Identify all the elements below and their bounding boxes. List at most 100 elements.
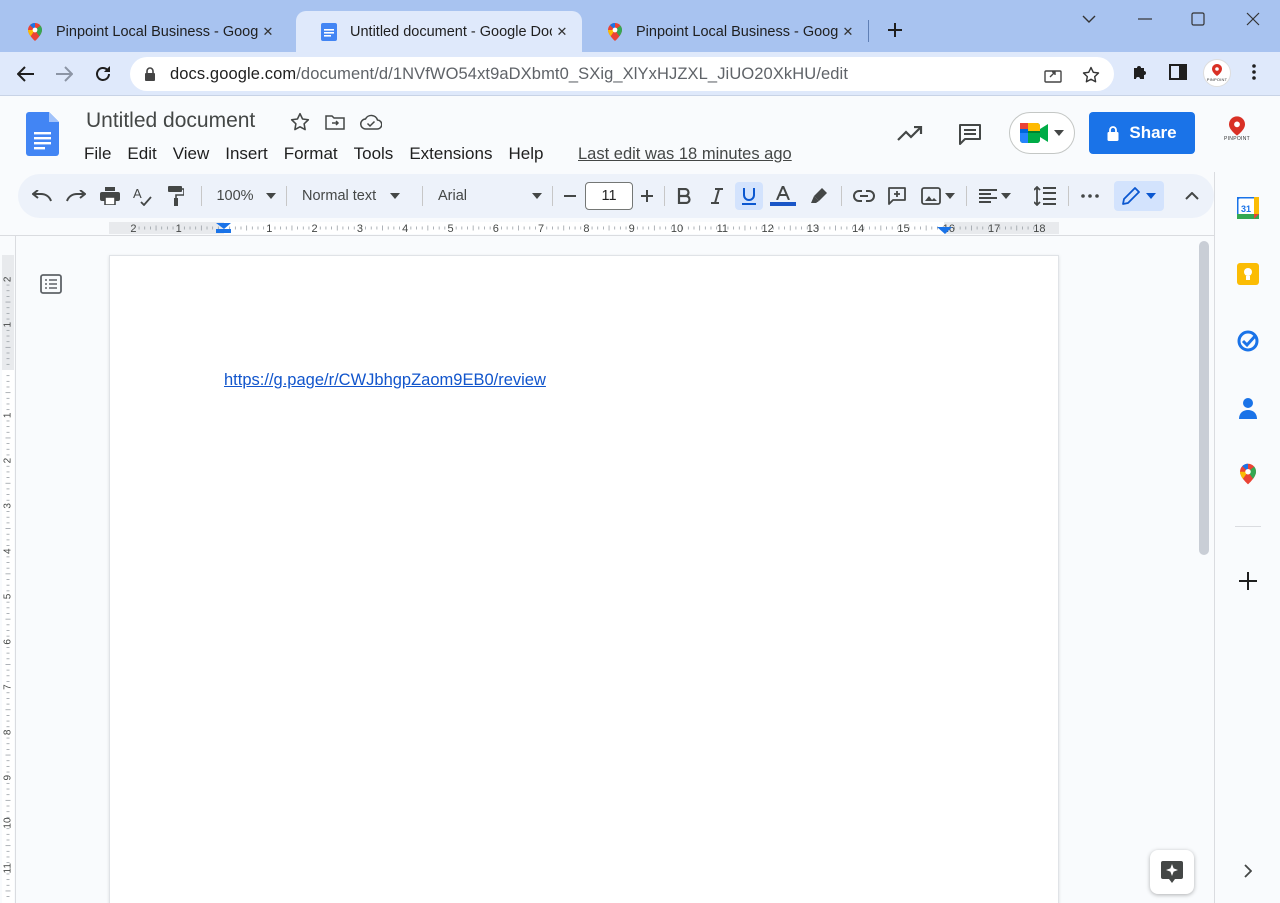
ruler-label: 4 bbox=[3, 548, 14, 554]
cloud-saved-icon[interactable] bbox=[360, 111, 382, 133]
editing-mode-icon[interactable] bbox=[1114, 181, 1164, 211]
menu-tools[interactable]: Tools bbox=[354, 144, 394, 164]
print-icon[interactable] bbox=[98, 184, 122, 208]
last-edit-link[interactable]: Last edit was 18 minutes ago bbox=[578, 145, 792, 164]
account-avatar[interactable]: PINPOINT bbox=[1218, 116, 1256, 154]
font-size-input[interactable]: 11 bbox=[585, 182, 633, 210]
more-options-icon[interactable] bbox=[1078, 184, 1102, 208]
star-icon[interactable] bbox=[289, 111, 311, 133]
ruler-label: 8 bbox=[583, 223, 589, 235]
get-add-ons-plus-icon[interactable] bbox=[1236, 569, 1260, 593]
explore-button[interactable] bbox=[1150, 850, 1194, 894]
ruler-label: 8 bbox=[3, 729, 14, 735]
tab-title: Pinpoint Local Business - Google bbox=[56, 23, 258, 40]
line-spacing-icon[interactable] bbox=[1033, 184, 1057, 208]
spellcheck-icon[interactable]: A bbox=[131, 184, 155, 208]
url-path: /document/d/1NVfWO54xt9aDXbmt0_SXig_XlYx… bbox=[296, 64, 849, 83]
document-link[interactable]: https://g.page/r/CWJbhgpZaom9EB0/review bbox=[224, 371, 546, 390]
menu-format[interactable]: Format bbox=[284, 144, 338, 164]
comments-icon[interactable] bbox=[956, 120, 984, 148]
explore-sparkle-icon bbox=[1161, 861, 1183, 883]
browser-menu-kebab-icon[interactable] bbox=[1242, 60, 1266, 84]
close-icon[interactable]: ✕ bbox=[258, 22, 278, 42]
window-close-icon[interactable] bbox=[1241, 7, 1265, 31]
url-text[interactable]: docs.google.com/document/d/1NVfWO54xt9aD… bbox=[170, 65, 1114, 84]
maximize-icon[interactable] bbox=[1186, 7, 1210, 31]
close-icon[interactable]: ✕ bbox=[838, 22, 858, 42]
new-tab-plus-icon[interactable] bbox=[883, 18, 907, 42]
menu-extensions[interactable]: Extensions bbox=[409, 144, 492, 164]
paragraph-style-select[interactable]: Normal text bbox=[302, 184, 412, 208]
tab-search-chevron-icon[interactable] bbox=[1077, 7, 1101, 31]
google-maps-pin-icon[interactable] bbox=[1236, 462, 1260, 486]
horizontal-ruler[interactable]: 21123456789101112131415161718 bbox=[0, 220, 1214, 236]
document-title[interactable]: Untitled document bbox=[86, 109, 255, 133]
show-side-panel-chevron-icon[interactable] bbox=[1236, 859, 1260, 883]
insert-link-icon[interactable] bbox=[852, 184, 876, 208]
italic-icon[interactable] bbox=[705, 184, 729, 208]
extensions-puzzle-icon[interactable] bbox=[1128, 60, 1152, 84]
forward-arrow-icon[interactable] bbox=[50, 60, 78, 88]
decrease-font-size-icon[interactable] bbox=[558, 184, 582, 208]
font-family-select[interactable]: Arial bbox=[438, 184, 548, 208]
google-keep-icon[interactable] bbox=[1236, 262, 1260, 286]
document-page[interactable]: https://g.page/r/CWJbhgpZaom9EB0/review bbox=[109, 255, 1059, 903]
browser-tab-2[interactable]: Untitled document - Google Docs ✕ bbox=[296, 11, 582, 52]
google-tasks-icon[interactable] bbox=[1236, 329, 1260, 353]
left-indent-marker[interactable] bbox=[216, 229, 231, 233]
ruler-label: 3 bbox=[357, 223, 363, 235]
google-contacts-icon[interactable] bbox=[1236, 396, 1260, 420]
minimize-icon[interactable] bbox=[1133, 7, 1157, 31]
move-folder-icon[interactable] bbox=[324, 111, 346, 133]
lock-icon[interactable] bbox=[144, 67, 158, 81]
toolbar-divider bbox=[1068, 186, 1069, 206]
undo-icon[interactable] bbox=[30, 184, 54, 208]
profile-avatar[interactable]: PINPOINT bbox=[1203, 59, 1231, 87]
underline-icon[interactable] bbox=[735, 182, 763, 210]
add-comment-icon[interactable] bbox=[885, 184, 909, 208]
align-left-icon[interactable] bbox=[975, 184, 1015, 208]
insert-image-icon[interactable] bbox=[918, 184, 958, 208]
chevron-down-icon bbox=[1001, 193, 1011, 199]
collapse-menus-chevron-up-icon[interactable] bbox=[1180, 184, 1204, 208]
increase-font-size-icon[interactable] bbox=[635, 184, 659, 208]
chevron-down-icon bbox=[390, 193, 401, 199]
menu-view[interactable]: View bbox=[173, 144, 210, 164]
redo-icon[interactable] bbox=[64, 184, 88, 208]
svg-text:31: 31 bbox=[1241, 204, 1251, 214]
browser-tab-3[interactable]: Pinpoint Local Business - Google ✕ bbox=[582, 11, 868, 52]
google-docs-logo-icon[interactable] bbox=[26, 112, 59, 156]
close-icon[interactable]: ✕ bbox=[552, 22, 572, 42]
side-panel-divider bbox=[1235, 526, 1261, 527]
side-panel-icon[interactable] bbox=[1166, 60, 1190, 84]
google-calendar-icon[interactable]: 31 bbox=[1236, 196, 1260, 220]
menu-file[interactable]: File bbox=[84, 144, 111, 164]
share-button[interactable]: Share bbox=[1089, 112, 1195, 154]
bookmark-star-icon[interactable] bbox=[1081, 65, 1101, 85]
account-label: PINPOINT bbox=[1223, 136, 1250, 142]
paint-format-icon[interactable] bbox=[164, 184, 188, 208]
highlight-pen-icon[interactable] bbox=[807, 184, 831, 208]
tab-title: Pinpoint Local Business - Google bbox=[636, 23, 838, 40]
meet-button[interactable] bbox=[1009, 112, 1075, 154]
share-page-icon[interactable] bbox=[1043, 65, 1063, 85]
vertical-ruler[interactable]: 2 1 1 2 3 4 5 6 7 8 9 10 11 bbox=[0, 236, 16, 903]
toolbar-divider bbox=[664, 186, 665, 206]
menu-help[interactable]: Help bbox=[508, 144, 543, 164]
browser-address-bar: docs.google.com/document/d/1NVfWO54xt9aD… bbox=[0, 52, 1280, 96]
menu-insert[interactable]: Insert bbox=[225, 144, 268, 164]
zoom-select[interactable]: 100% bbox=[214, 184, 278, 208]
back-arrow-icon[interactable] bbox=[12, 60, 40, 88]
omnibox[interactable]: docs.google.com/document/d/1NVfWO54xt9aD… bbox=[130, 57, 1114, 91]
ruler-label: 6 bbox=[3, 639, 14, 645]
ruler-label: 14 bbox=[852, 223, 864, 235]
activity-trend-icon[interactable] bbox=[896, 120, 924, 148]
browser-tab-1[interactable]: Pinpoint Local Business - Google ✕ bbox=[2, 11, 288, 52]
document-outline-icon[interactable] bbox=[39, 272, 63, 296]
reload-icon[interactable] bbox=[89, 60, 117, 88]
menu-edit[interactable]: Edit bbox=[127, 144, 156, 164]
ruler-label: 15 bbox=[897, 223, 909, 235]
bold-icon[interactable] bbox=[672, 184, 696, 208]
text-color-icon[interactable] bbox=[770, 184, 796, 208]
vertical-scrollbar-thumb[interactable] bbox=[1199, 241, 1209, 555]
